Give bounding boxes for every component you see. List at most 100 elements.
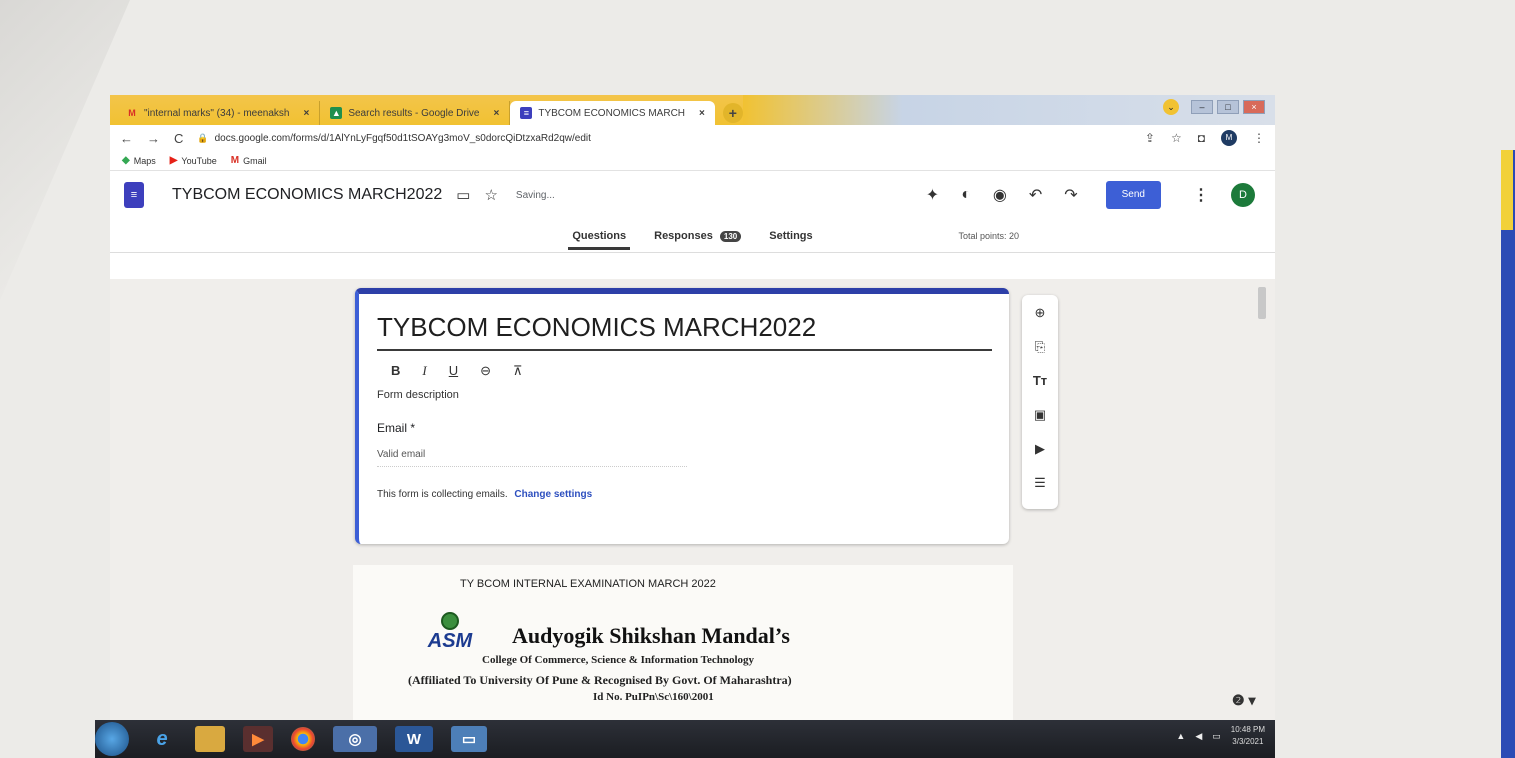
save-status: Saving... <box>515 189 555 201</box>
tab-responses[interactable]: Responses 130 <box>650 222 745 250</box>
chrome-icon[interactable] <box>291 727 315 751</box>
bookmark-star-icon[interactable]: ☆ <box>1171 131 1182 145</box>
change-settings-link[interactable]: Change settings <box>514 489 592 500</box>
clock-date: 3/3/2021 <box>1232 737 1264 746</box>
bookmark-gmail[interactable]: M Gmail <box>231 155 267 166</box>
ie-icon[interactable]: e <box>147 726 177 752</box>
tab-questions[interactable]: Questions <box>568 222 630 250</box>
responses-count-badge: 130 <box>719 230 742 242</box>
more-menu-icon[interactable]: ⋮ <box>1193 185 1209 205</box>
bookmark-label: Maps <box>133 155 156 166</box>
preview-eye-icon[interactable]: ◉ <box>993 185 1007 205</box>
back-icon[interactable]: ← <box>120 131 133 146</box>
link-icon[interactable]: ⊖ <box>480 363 491 379</box>
doc-title[interactable]: TYBCOM ECONOMICS MARCH2022 <box>172 186 442 204</box>
close-icon[interactable]: × <box>303 108 309 119</box>
volume-icon[interactable]: ◀ <box>1195 731 1202 742</box>
add-title-icon[interactable]: Tт <box>1033 371 1047 391</box>
tab-forms[interactable]: ≡ TYBCOM ECONOMICS MARCH × <box>510 101 715 125</box>
total-points: Total points: 20 <box>958 231 1019 241</box>
network-icon[interactable]: ▲ <box>1176 731 1185 741</box>
windows-taskbar: e ▶ ◎ W ▭ ▲ ◀ ▭ 10:48 PM 3/3/2021 <box>95 720 1275 758</box>
italic-button[interactable]: I <box>422 363 426 379</box>
tab-strip: M "internal marks" (34) - meenaksh × ▲ S… <box>110 95 1275 125</box>
minimize-button[interactable]: – <box>1191 100 1213 114</box>
address-bar-row: ← → C 🔒 docs.google.com/forms/d/1AlYnLyF… <box>110 125 1275 151</box>
underline-button[interactable]: U <box>449 363 458 379</box>
asm-logo: ASM <box>425 612 475 652</box>
new-tab-button[interactable]: + <box>722 103 743 123</box>
star-icon[interactable]: ☆ <box>484 186 497 204</box>
maximize-button[interactable]: □ <box>1217 100 1239 114</box>
help-icon[interactable]: ❷ ▾ <box>1232 692 1255 709</box>
side-toolbar: ⊕ ⎘ Tт ▣ ▶ ☰ <box>1022 295 1058 509</box>
scrollbar-thumb[interactable] <box>1258 287 1266 319</box>
forms-logo-icon[interactable]: ≡ <box>124 182 144 208</box>
action-center-icon[interactable]: ▭ <box>1212 731 1221 742</box>
tab-drive[interactable]: ▲ Search results - Google Drive × <box>320 101 511 125</box>
add-question-icon[interactable]: ⊕ <box>1035 303 1046 323</box>
emblem-icon <box>441 612 459 630</box>
reload-icon[interactable]: C <box>174 131 183 146</box>
remote-desktop-icon[interactable]: ▭ <box>451 726 487 752</box>
profile-avatar[interactable]: M <box>1221 130 1237 146</box>
bookmark-label: YouTube <box>181 155 217 166</box>
file-explorer-icon[interactable] <box>195 726 225 752</box>
close-icon[interactable]: × <box>699 108 705 119</box>
palette-icon[interactable]: ◐ <box>961 186 971 204</box>
background-object <box>1501 150 1515 758</box>
email-label: Email * <box>377 421 416 435</box>
affiliation-text: (Affiliated To University Of Pune & Reco… <box>408 673 792 687</box>
asm-logo-text: ASM <box>427 630 473 652</box>
tab-responses-label: Responses <box>654 229 713 242</box>
forms-icon: ≡ <box>520 107 533 119</box>
bookmark-maps[interactable]: ◆ Maps <box>122 155 156 166</box>
email-input[interactable]: Valid email <box>377 449 687 467</box>
institution-name: Audyogik Shikshan Mandal’s <box>512 623 790 648</box>
undo-icon[interactable]: ↶ <box>1029 185 1042 205</box>
avatar[interactable]: D <box>1231 183 1255 207</box>
add-image-icon[interactable]: ▣ <box>1034 405 1046 425</box>
toolbar-actions: ⇪ ☆ ◘ M ⋮ <box>1145 130 1265 146</box>
bookmark-youtube[interactable]: ▶ YouTube <box>170 155 217 166</box>
redo-icon[interactable]: ↷ <box>1064 185 1077 205</box>
youtube-icon: ▶ <box>169 155 178 166</box>
extensions-icon[interactable]: ◘ <box>1198 131 1205 145</box>
clear-format-icon[interactable]: ⊼ <box>513 363 523 379</box>
format-toolbar: B I U ⊖ ⊼ <box>377 351 989 387</box>
word-icon[interactable]: W <box>395 726 433 752</box>
media-player-icon[interactable]: ▶ <box>243 726 273 752</box>
tab-label: "internal marks" (34) - meenaksh <box>144 107 290 119</box>
form-description-field[interactable]: Form description <box>377 389 989 401</box>
add-section-icon[interactable]: ☰ <box>1034 473 1046 493</box>
close-icon[interactable]: × <box>494 108 500 119</box>
close-window-button[interactable]: × <box>1243 100 1265 114</box>
gmail-icon: M <box>128 108 136 118</box>
chevron-down-icon[interactable]: ⌄ <box>1163 99 1179 115</box>
form-title-input[interactable]: TYBCOM ECONOMICS MARCH2022 <box>377 312 992 351</box>
forms-header: ≡ TYBCOM ECONOMICS MARCH2022 ▭ ☆ Saving.… <box>110 171 1275 219</box>
addons-icon[interactable]: ✦ <box>926 185 939 205</box>
tab-settings[interactable]: Settings <box>765 222 816 250</box>
start-button[interactable] <box>95 722 129 756</box>
id-number: Id No. PuIPn\Sc\160\2001 <box>593 691 714 703</box>
maps-icon: ◆ <box>122 155 130 166</box>
form-title-card[interactable]: TYBCOM ECONOMICS MARCH2022 B I U ⊖ ⊼ For… <box>355 288 1009 544</box>
share-icon[interactable]: ⇪ <box>1145 131 1155 145</box>
chrome-active-icon[interactable]: ◎ <box>333 726 377 752</box>
system-tray: ▲ ◀ ▭ 10:48 PM 3/3/2021 <box>1176 724 1265 748</box>
forward-icon[interactable]: → <box>147 131 160 146</box>
send-button[interactable]: Send <box>1105 181 1161 209</box>
form-tabs: Questions Responses 130 Settings Total p… <box>110 219 1275 253</box>
url-text: docs.google.com/forms/d/1AlYnLyFgqf50d1t… <box>214 132 591 144</box>
gmail-icon: M <box>230 155 240 166</box>
add-video-icon[interactable]: ▶ <box>1035 439 1045 459</box>
clock[interactable]: 10:48 PM 3/3/2021 <box>1231 724 1265 748</box>
collecting-emails-text: This form is collecting emails. <box>377 489 508 500</box>
bold-button[interactable]: B <box>391 363 400 379</box>
url-field[interactable]: 🔒 docs.google.com/forms/d/1AlYnLyFgqf50d… <box>197 133 1131 144</box>
folder-icon[interactable]: ▭ <box>456 186 470 204</box>
import-questions-icon[interactable]: ⎘ <box>1035 337 1045 357</box>
tab-gmail[interactable]: M "internal marks" (34) - meenaksh × <box>116 101 321 125</box>
menu-icon[interactable]: ⋮ <box>1253 131 1265 145</box>
